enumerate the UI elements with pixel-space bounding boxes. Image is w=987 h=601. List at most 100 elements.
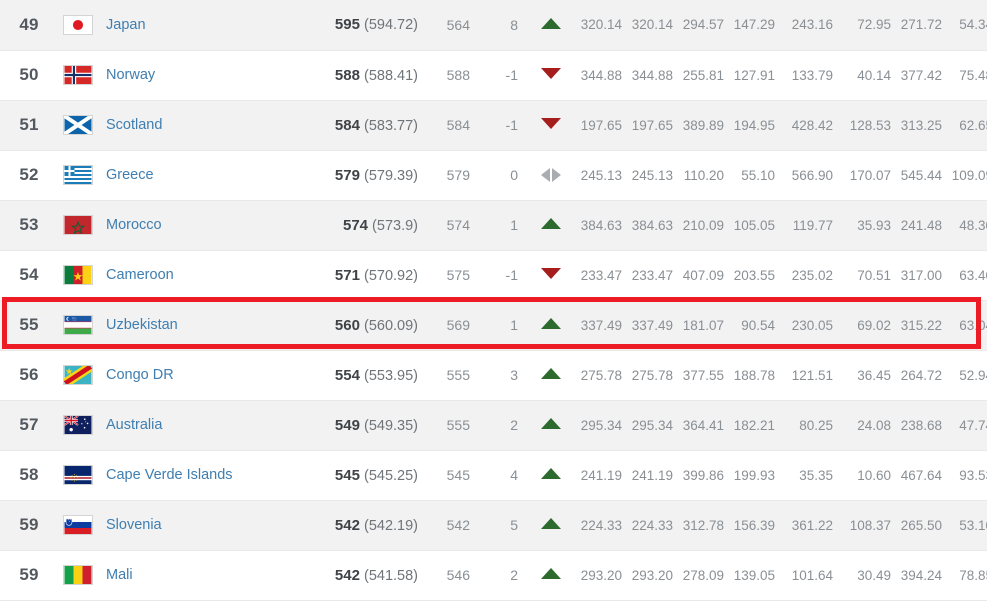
team-name-link[interactable]: Slovenia — [98, 517, 162, 533]
previous-points-value: 545 — [446, 467, 470, 483]
metric-value-4: 156.39 — [733, 517, 775, 533]
rank-change-value: 3 — [510, 367, 518, 383]
metric-value-7: 545.44 — [900, 167, 942, 183]
ranking-table-container: 49 Japan 595 (594.72) 564 8 320.14 320.14 294.5… — [0, 0, 987, 600]
metric-value-8: 109.09 — [951, 167, 987, 183]
table-row[interactable]: 58 Cape Verde Islands 545 (545.25) 545 4 241.… — [0, 450, 987, 500]
rank-number: 53 — [19, 215, 39, 234]
table-row[interactable]: 52 Greece 579 (579.39) 579 0 245.13 245.13 110.… — [0, 150, 987, 200]
metric-value-5: 230.05 — [791, 317, 833, 333]
previous-points-value: 546 — [446, 567, 470, 583]
points-exact-value: (579.39) — [363, 167, 418, 184]
points-value: 554 — [334, 366, 360, 384]
metric-value-4: 127.91 — [733, 67, 775, 83]
team-name-link[interactable]: Australia — [98, 417, 162, 433]
rank-change-value: -1 — [505, 67, 518, 83]
metric-value-3: 294.57 — [682, 17, 724, 33]
points-value: 574 — [342, 216, 369, 234]
metric-value-1: 245.13 — [580, 167, 622, 183]
metric-value-4: 194.95 — [733, 117, 775, 133]
team-name-link[interactable]: Greece — [98, 167, 154, 183]
team-name-link[interactable]: Uzbekistan — [98, 317, 178, 333]
metric-value-8: 53.10 — [959, 517, 987, 533]
previous-points-value: 555 — [446, 417, 470, 433]
metric-value-7: 238.68 — [900, 417, 942, 433]
metric-value-8: 63.04 — [959, 317, 987, 333]
metric-value-2: 245.13 — [631, 167, 673, 183]
team-name-link[interactable]: Congo DR — [98, 367, 174, 383]
rank-up-arrow-icon — [541, 518, 561, 529]
flag-congo-dr-icon — [63, 365, 93, 385]
metric-value-7: 271.72 — [900, 17, 942, 33]
rank-direction-indicator — [528, 166, 574, 184]
points-value: 579 — [334, 166, 360, 184]
table-row[interactable]: 51 Scotland 584 (583.77) 584 -1 197.65 197.65 3… — [0, 100, 987, 150]
metric-value-3: 407.09 — [682, 267, 724, 283]
metric-value-4: 199.93 — [733, 467, 775, 483]
metric-value-6: 108.37 — [849, 517, 891, 533]
points-exact-value: (583.77) — [363, 117, 418, 134]
rank-direction-indicator — [528, 66, 574, 84]
metric-value-5: 235.02 — [791, 267, 833, 283]
table-row[interactable]: 54 Cameroon 571 (570.92) 575 -1 233.47 233.47 4… — [0, 250, 987, 300]
metric-value-1: 320.14 — [580, 17, 622, 33]
metric-value-2: 224.33 — [631, 517, 673, 533]
table-row[interactable]: 49 Japan 595 (594.72) 564 8 320.14 320.14 294.5… — [0, 0, 987, 50]
table-row[interactable]: 59 Slovenia 542 (542.19) 542 5 224.33 224.33 31… — [0, 500, 987, 550]
metric-value-8: 63.40 — [959, 267, 987, 283]
table-row[interactable]: 53 Morocco 574 (573.9) 574 1 384.63 384.63 210.… — [0, 200, 987, 250]
metric-value-2: 275.78 — [631, 367, 673, 383]
metric-value-5: 121.51 — [791, 367, 833, 383]
metric-value-7: 467.64 — [900, 467, 942, 483]
rank-change-value: 2 — [510, 417, 518, 433]
points-exact-value: (588.41) — [363, 67, 418, 84]
table-row[interactable]: 55 Uzbekistan 560 (560.09) 569 1 337.49 337.49… — [0, 300, 987, 350]
team-name-link[interactable]: Cameroon — [98, 267, 174, 283]
metric-value-3: 210.09 — [682, 217, 724, 233]
flag-cameroon-icon — [63, 265, 93, 285]
table-row[interactable]: 59 Mali 542 (541.58) 546 2 293.20 293.20 278.09… — [0, 550, 987, 600]
table-row[interactable]: 56 Congo DR 554 (553.95) 555 3 275.78 275.78 37… — [0, 350, 987, 400]
metric-value-6: 35.93 — [857, 217, 891, 233]
rank-down-arrow-icon — [541, 118, 561, 129]
metric-value-1: 233.47 — [580, 267, 622, 283]
metric-value-3: 181.07 — [682, 317, 724, 333]
metric-value-6: 24.08 — [857, 417, 891, 433]
metric-value-3: 110.20 — [683, 167, 724, 183]
metric-value-7: 394.24 — [900, 567, 942, 583]
table-body: 49 Japan 595 (594.72) 564 8 320.14 320.14 294.5… — [0, 0, 987, 600]
team-name-link[interactable]: Scotland — [98, 117, 162, 133]
metric-value-3: 255.81 — [682, 67, 724, 83]
metric-value-7: 315.22 — [900, 317, 942, 333]
metric-value-1: 241.19 — [580, 467, 622, 483]
metric-value-4: 139.05 — [733, 567, 775, 583]
table-row[interactable]: 50 Norway 588 (588.41) 588 -1 344.88 344.88 255… — [0, 50, 987, 100]
metric-value-5: 101.64 — [791, 567, 833, 583]
points-cell: 584 (583.77) — [294, 117, 420, 134]
rank-up-arrow-icon — [541, 468, 561, 479]
points-cell: 574 (573.9) — [294, 217, 420, 234]
team-name-link[interactable]: Mali — [98, 567, 133, 583]
team-name-link[interactable]: Japan — [98, 17, 146, 33]
metric-value-4: 55.10 — [741, 167, 775, 183]
metric-value-7: 241.48 — [900, 217, 942, 233]
team-name-link[interactable]: Morocco — [98, 217, 162, 233]
metric-value-3: 377.55 — [682, 367, 724, 383]
points-cell: 579 (579.39) — [294, 167, 420, 184]
rank-change-value: 4 — [510, 467, 518, 483]
previous-points-value: 564 — [446, 16, 470, 33]
points-cell: 545 (545.25) — [294, 467, 420, 484]
metric-value-4: 188.78 — [733, 367, 775, 383]
rank-up-arrow-icon — [541, 17, 561, 29]
points-value: 545 — [334, 466, 360, 484]
team-name-link[interactable]: Norway — [98, 67, 155, 83]
team-name-link[interactable]: Cape Verde Islands — [98, 467, 233, 483]
metric-value-4: 182.21 — [733, 417, 775, 433]
rank-number: 55 — [19, 315, 39, 334]
table-row[interactable]: 57 Australia 549 (549.35) 555 2 295.34 295.34 3… — [0, 400, 987, 450]
metric-value-4: 105.05 — [733, 217, 775, 233]
rank-change-value: -1 — [505, 267, 518, 283]
rank-change-value: -1 — [505, 117, 518, 133]
points-exact-value: (560.09) — [363, 317, 418, 334]
metric-value-6: 170.07 — [849, 167, 891, 183]
